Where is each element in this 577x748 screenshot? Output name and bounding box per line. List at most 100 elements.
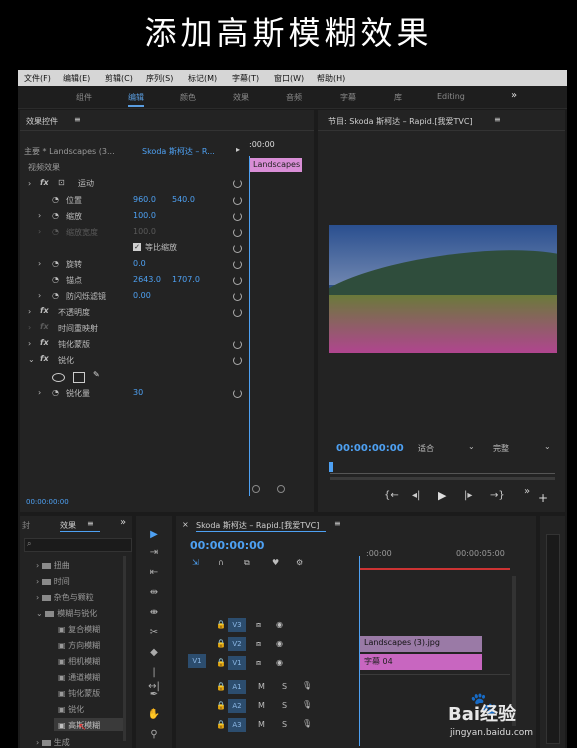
time-remap-label[interactable]: 时间重映射 [58,323,98,334]
hand-tool-icon[interactable]: ✋ [147,708,161,722]
solo-button[interactable]: S [282,701,287,710]
track-a3-toggle[interactable]: A3 [228,718,246,732]
menu-edit[interactable]: 编辑(E) [63,73,90,84]
workspace-editing[interactable]: 编辑 [128,92,144,107]
pen-mask-icon[interactable]: ✎ [93,370,100,379]
expand-icon[interactable]: › [38,211,41,220]
fit-dropdown[interactable]: 适合 [418,443,434,454]
unsharp-mask-label[interactable]: 钝化蒙版 [58,339,90,350]
effects-panel-title[interactable]: 效果 [60,520,76,531]
reset-icon[interactable] [233,228,242,237]
step-back-icon[interactable]: ◂| [412,490,420,501]
lock-icon[interactable]: 🔒 [216,682,226,691]
lock-icon[interactable]: 🔒 [216,620,226,629]
lock-icon[interactable]: 🔒 [216,658,226,667]
expand-icon[interactable]: › [28,307,31,316]
reset-icon[interactable] [233,276,242,285]
fx-icon[interactable]: fx [40,354,49,363]
effect-folder-generate[interactable]: › 生成 [36,737,70,748]
stopwatch-icon[interactable]: ◔ [52,275,59,284]
track-v3-toggle[interactable]: V3 [228,618,246,632]
sync-lock-icon[interactable]: ⧈ [256,658,261,668]
program-timecode[interactable]: 00:00:00:00 [336,443,404,454]
fx-icon[interactable]: fx [40,322,49,331]
timeline-timecode[interactable]: 00:00:00:00 [190,539,264,552]
track-v1-toggle[interactable]: V1 [228,656,246,670]
solo-button[interactable]: S [282,720,287,729]
expand-icon[interactable]: › [38,259,41,268]
slide-tool-icon[interactable]: |↔| [147,666,161,692]
quality-dropdown[interactable]: 完整 [493,443,509,454]
effect-folder-blur-sharpen[interactable]: ⌄ 模糊与锐化 [36,608,97,619]
program-playhead[interactable] [329,462,333,472]
effect-sharpen[interactable]: ▣ 锐化 [58,704,84,715]
menu-marker[interactable]: 标记(M) [188,73,217,84]
settings-wrench-icon[interactable]: ⚙ [296,558,303,567]
reset-icon[interactable] [233,389,242,398]
sharpen-amount-value[interactable]: 30 [133,388,143,397]
rolling-edit-tool-icon[interactable]: ⇹ [147,586,161,600]
effect-directional-blur[interactable]: ▣ 方向模糊 [58,640,100,651]
reset-icon[interactable] [233,356,242,365]
anchor-y-value[interactable]: 1707.0 [172,275,200,284]
effect-camera-blur[interactable]: ▣ 相机模糊 [58,656,100,667]
play-icon[interactable]: ▶ [438,489,446,502]
anchor-x-value[interactable]: 2643.0 [133,275,161,284]
rectangle-mask-icon[interactable] [73,372,85,383]
scroll-handle-right[interactable] [277,485,285,493]
microphone-icon[interactable]: 🎙 [302,681,312,690]
reset-icon[interactable] [233,260,242,269]
ellipse-mask-icon[interactable] [52,373,65,382]
effect-folder-distort[interactable]: › 扭曲 [36,560,70,571]
eye-icon[interactable]: ◉ [276,620,283,629]
reset-icon[interactable] [233,244,242,253]
eye-icon[interactable]: ◉ [276,658,283,667]
stopwatch-icon[interactable]: ◔ [52,291,59,300]
source-clip-label[interactable]: 主要 * Landscapes (3... [24,146,115,157]
microphone-icon[interactable]: 🎙 [302,719,312,728]
microphone-icon[interactable]: 🎙 [302,700,312,709]
workspace-more-button[interactable]: » [511,90,517,101]
expand-icon[interactable]: › [38,227,41,236]
reset-icon[interactable] [233,212,242,221]
sharpen-label[interactable]: 锐化 [58,355,74,366]
collapse-icon[interactable]: ⌄ [28,355,35,364]
playhead-line[interactable] [249,156,250,496]
more-controls-icon[interactable]: » [524,486,530,497]
eye-icon[interactable]: ◉ [276,639,283,648]
workspace-titles[interactable]: 字幕 [340,92,356,103]
slip-tool-icon[interactable]: ◆ [147,646,161,660]
mute-button[interactable]: M [258,701,265,710]
rotation-value[interactable]: 0.0 [133,259,146,268]
clip-landscapes[interactable]: Landscapes (3).jpg [360,636,482,652]
panel-menu-icon[interactable]: ≡ [74,115,81,124]
stopwatch-icon[interactable]: ◔ [52,259,59,268]
track-a2-toggle[interactable]: A2 [228,699,246,713]
workspace-editing-en[interactable]: Editing [437,92,465,101]
expand-icon[interactable]: › [38,388,41,397]
menu-file[interactable]: 文件(F) [24,73,51,84]
motion-label[interactable]: 运动 [78,178,94,189]
opacity-label[interactable]: 不透明度 [58,307,90,318]
panel-menu-icon[interactable]: ≡ [334,519,341,528]
effect-channel-blur[interactable]: ▣ 通道模糊 [58,672,100,683]
scroll-handle-left[interactable] [252,485,260,493]
clip-subtitle[interactable]: 字幕 04 [360,654,482,670]
tab-media-browser[interactable]: 封 [22,520,30,531]
mute-button[interactable]: M [258,720,265,729]
lock-icon[interactable]: 🔒 [216,639,226,648]
effect-folder-noise[interactable]: › 杂色与颗粒 [36,592,94,603]
sync-lock-icon[interactable]: ⧈ [256,639,261,649]
effect-compound-blur[interactable]: ▣ 复合模糊 [58,624,100,635]
stopwatch-icon[interactable]: ◔ [52,211,59,220]
panel-menu-icon[interactable]: ≡ [494,115,501,124]
fx-icon[interactable]: fx [40,178,49,187]
lock-icon[interactable]: 🔒 [216,720,226,729]
effect-folder-time[interactable]: › 时间 [36,576,70,587]
reset-icon[interactable] [233,196,242,205]
solo-button[interactable]: S [282,682,287,691]
menu-help[interactable]: 帮助(H) [317,73,345,84]
fx-icon[interactable]: fx [40,338,49,347]
lock-icon[interactable]: 🔒 [216,701,226,710]
play-icon[interactable]: ▸ [236,145,240,154]
